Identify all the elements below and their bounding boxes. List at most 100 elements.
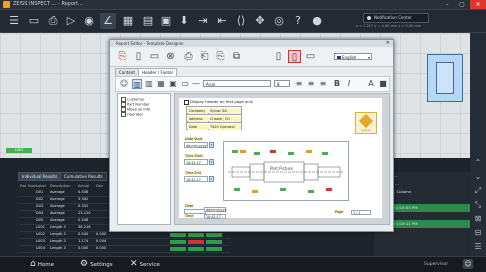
table-icon[interactable]: ▤	[140, 13, 156, 29]
field-input[interactable]: 10:42:17	[184, 176, 208, 182]
language-select[interactable]: English ▾	[334, 53, 372, 60]
step-icon[interactable]: ⇤	[214, 13, 230, 29]
code-icon[interactable]: ⟨⟩	[233, 13, 249, 29]
line-icon[interactable]: —	[191, 79, 201, 89]
user-icon[interactable]: ☺	[463, 259, 473, 269]
chevron-down-icon[interactable]: ▾	[209, 176, 214, 182]
tab-cumulative-results[interactable]: Cumulative Results	[60, 172, 107, 181]
collapse-icon[interactable]: ⤡	[472, 200, 484, 210]
table-row[interactable]: L002 Length 3 0.540 0.000	[20, 232, 230, 239]
table-cell: Average	[50, 197, 65, 201]
part-picture[interactable]: Part Picture	[223, 141, 349, 201]
notification-label: Notification Center	[374, 15, 412, 20]
table-row[interactable]: Date TX20 Operator	[186, 122, 242, 130]
dialog-close-button[interactable]: ✕	[386, 40, 390, 46]
chevron-down-icon[interactable]: ▾	[209, 142, 214, 148]
selected-feature-label[interactable]: L002	[6, 148, 32, 153]
chevron-down-icon[interactable]: ▾	[209, 159, 214, 165]
minimize-button[interactable]: –	[440, 0, 454, 9]
print-icon[interactable]: ⎙	[182, 50, 195, 63]
image-icon[interactable]: ▣	[168, 79, 178, 89]
service-nav[interactable]: ✕ Service	[130, 259, 160, 270]
chat-icon[interactable]: ●	[309, 13, 325, 29]
tab-individual-results[interactable]: Individual Results	[18, 172, 62, 181]
image-icon[interactable]: ▣	[158, 13, 174, 29]
dialog-tabs: Content Header / Footer	[115, 68, 235, 77]
table-icon[interactable]: ▦	[156, 79, 166, 89]
export-pdf-icon[interactable]: ⎗	[198, 50, 211, 63]
cancel-icon[interactable]: ⊗	[164, 50, 177, 63]
portrait-icon[interactable]: ▯	[272, 50, 285, 63]
close-button[interactable]: ✕	[470, 0, 486, 9]
layout-icon[interactable]: ▥	[132, 79, 142, 89]
column-header[interactable]: Label	[36, 184, 46, 188]
notification-center[interactable]: Notification Center	[363, 13, 429, 23]
arrow-up-icon[interactable]: ⌃	[472, 158, 484, 168]
part-inner-outline[interactable]	[436, 62, 454, 94]
new-report-icon[interactable]: ⎘	[116, 50, 129, 63]
print-icon[interactable]: ⎙	[45, 13, 61, 29]
dialog-toolbar: ⎘ ▯ ▭ ⊗ ⎙ ⎗ ⎘ ⧉ ▯ ▯ ▭ English ▾	[110, 48, 393, 67]
title-bar: ZEISS INSPECT ... - Report... – ▢ ✕	[0, 0, 486, 10]
page-icon[interactable]: ▯	[288, 50, 301, 63]
footer-page-value[interactable]: 1 / 1	[351, 210, 371, 215]
align-right-icon[interactable]: ≡	[318, 79, 328, 89]
fill-color-icon[interactable]: ■	[378, 79, 388, 89]
columns-icon[interactable]: ▥	[144, 79, 154, 89]
bold-button[interactable]: B	[332, 79, 342, 89]
filter-icon[interactable]: ⊟	[472, 228, 484, 238]
footer-time-value[interactable]: 10:42:17	[204, 214, 226, 219]
align-left-icon[interactable]: ≡	[294, 79, 304, 89]
home-nav[interactable]: ⌂ Home	[30, 259, 54, 270]
align-center-icon[interactable]: ≡	[306, 79, 316, 89]
grid-icon[interactable]: ▦	[120, 13, 136, 29]
help-icon[interactable]: ?	[290, 13, 306, 29]
landscape-icon[interactable]: ▭	[304, 50, 317, 63]
field-label: Date Start	[184, 137, 204, 141]
table-row[interactable]: L003 Length 3 1.174 0.004	[20, 239, 230, 246]
copy-icon[interactable]: ⧉	[230, 50, 243, 63]
table-row[interactable]: L004 Length 3 0.000 0.000	[20, 246, 230, 253]
column-header[interactable]: Dev	[96, 184, 103, 188]
field-input[interactable]: 10:42:17	[184, 159, 208, 165]
move-icon[interactable]: ✥	[252, 13, 268, 29]
text-color-icon[interactable]: A	[366, 79, 376, 89]
font-size-select[interactable]: 8	[274, 80, 290, 87]
display-header-checkbox[interactable]: Display header on first page only	[184, 99, 253, 105]
export-icon[interactable]: ⎘	[214, 50, 227, 63]
eye-icon[interactable]: ◎	[271, 13, 287, 29]
column-header[interactable]: Fea	[20, 184, 26, 188]
open-icon[interactable]: ▯	[132, 50, 145, 63]
list-icon[interactable]: ☰	[472, 242, 484, 252]
table-cell: Average	[50, 204, 65, 208]
arrow-down-icon[interactable]: ⌄	[472, 172, 484, 182]
field-value: TX20 Operator	[209, 124, 241, 130]
menu-icon[interactable]: ☰	[6, 13, 22, 29]
table-row[interactable]: Address Crissier, CH	[186, 114, 242, 122]
record-icon[interactable]: ◉	[81, 13, 97, 29]
column-header[interactable]: Description	[50, 184, 70, 188]
play-icon[interactable]: ▷	[63, 13, 79, 29]
main-toolbar: ☰ ▭ ⎙ ▷ ◉ ∠ ▦ ▤ ▣ ⬇ ⇥ ⇤ ⟨⟩ ✥ ◎ ? ● Notif…	[0, 10, 486, 33]
font-select[interactable]: Arial	[203, 80, 271, 87]
expand-icon[interactable]: ⤢	[472, 186, 484, 196]
export-icon[interactable]: ⇥	[195, 13, 211, 29]
field-input[interactable]: dd-mm-yyyy	[184, 142, 208, 148]
time-end-field: Time End 10:42:17 ▾	[184, 171, 218, 184]
maximize-button[interactable]: ▢	[455, 0, 469, 9]
tree-item[interactable]: Operator	[121, 112, 143, 117]
settings-nav[interactable]: ⚙ Settings	[80, 259, 113, 270]
company-logo[interactable]: sylvac	[355, 112, 377, 134]
column-header[interactable]: Actual	[78, 184, 89, 188]
table-row[interactable]: Company Sylvac SA	[186, 106, 242, 114]
import-icon[interactable]: ⬇	[176, 13, 192, 29]
rectangle-icon[interactable]: ▭	[180, 79, 190, 89]
footer-date-value[interactable]: dd/mm/yyyy	[204, 207, 227, 212]
italic-button[interactable]: I	[344, 79, 354, 89]
measure-icon[interactable]: ∠	[100, 13, 116, 29]
save-icon[interactable]: ▭	[26, 13, 42, 29]
delete-icon[interactable]: ⊠	[472, 214, 484, 224]
status-bar-cell	[206, 232, 222, 237]
user-icon[interactable]: ☺	[119, 79, 129, 89]
save-icon[interactable]: ▭	[148, 50, 161, 63]
